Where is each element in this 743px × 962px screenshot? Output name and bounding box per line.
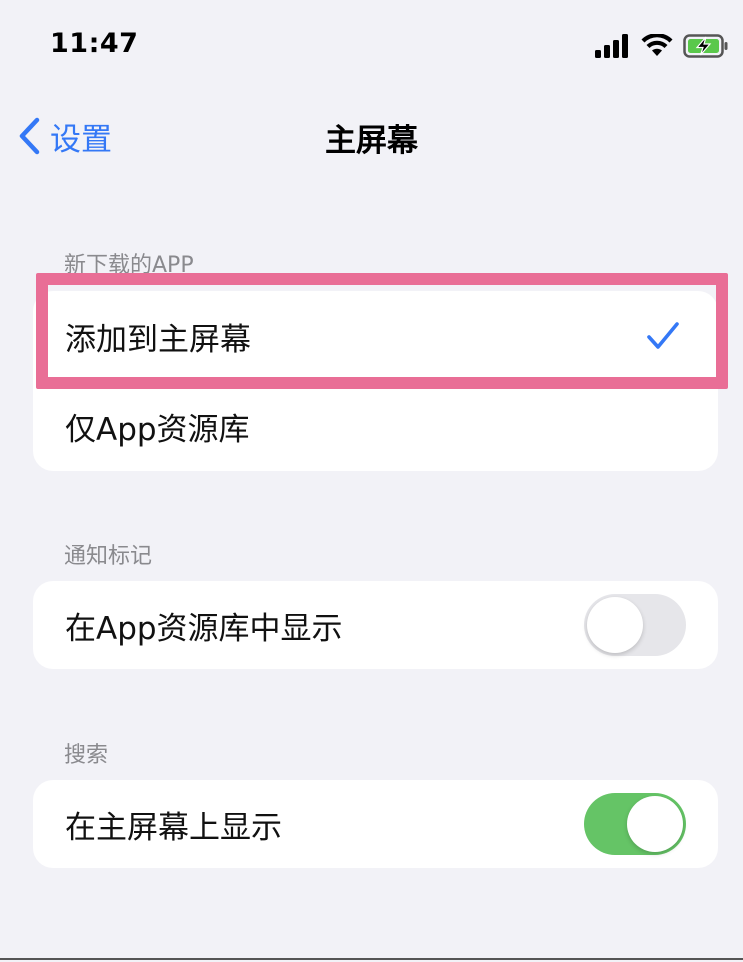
cellular-signal-icon [595, 34, 628, 58]
wifi-icon [641, 34, 673, 56]
battery-charging-icon [683, 34, 728, 58]
option-label: 仅App资源库 [65, 411, 250, 448]
checkmark-icon [647, 322, 679, 349]
bottom-divider [0, 958, 743, 960]
section-header-new-apps: 新下载的APP [64, 253, 194, 278]
toggle-knob [587, 597, 643, 653]
toggle-knob [627, 796, 683, 852]
status-icons [595, 33, 729, 59]
section-header-badges: 通知标记 [64, 544, 153, 569]
row-label: 在主屏幕上显示 [65, 809, 282, 846]
show-in-app-library-row: 在App资源库中显示 [33, 581, 718, 669]
search-group: 在主屏幕上显示 [33, 780, 718, 868]
row-label: 在App资源库中显示 [65, 610, 343, 647]
show-on-home-screen-toggle[interactable] [584, 793, 686, 855]
option-add-to-home-screen[interactable]: 添加到主屏幕 [33, 291, 718, 381]
option-app-library-only[interactable]: 仅App资源库 [33, 381, 718, 471]
badges-group: 在App资源库中显示 [33, 581, 718, 669]
option-label: 添加到主屏幕 [65, 321, 251, 358]
section-header-search: 搜索 [64, 743, 109, 768]
page-title: 主屏幕 [325, 123, 418, 159]
show-on-home-screen-row: 在主屏幕上显示 [33, 780, 718, 868]
show-in-app-library-toggle[interactable] [584, 594, 686, 656]
status-time: 11:47 [50, 28, 139, 59]
new-apps-group: 添加到主屏幕 仅App资源库 [33, 291, 718, 471]
